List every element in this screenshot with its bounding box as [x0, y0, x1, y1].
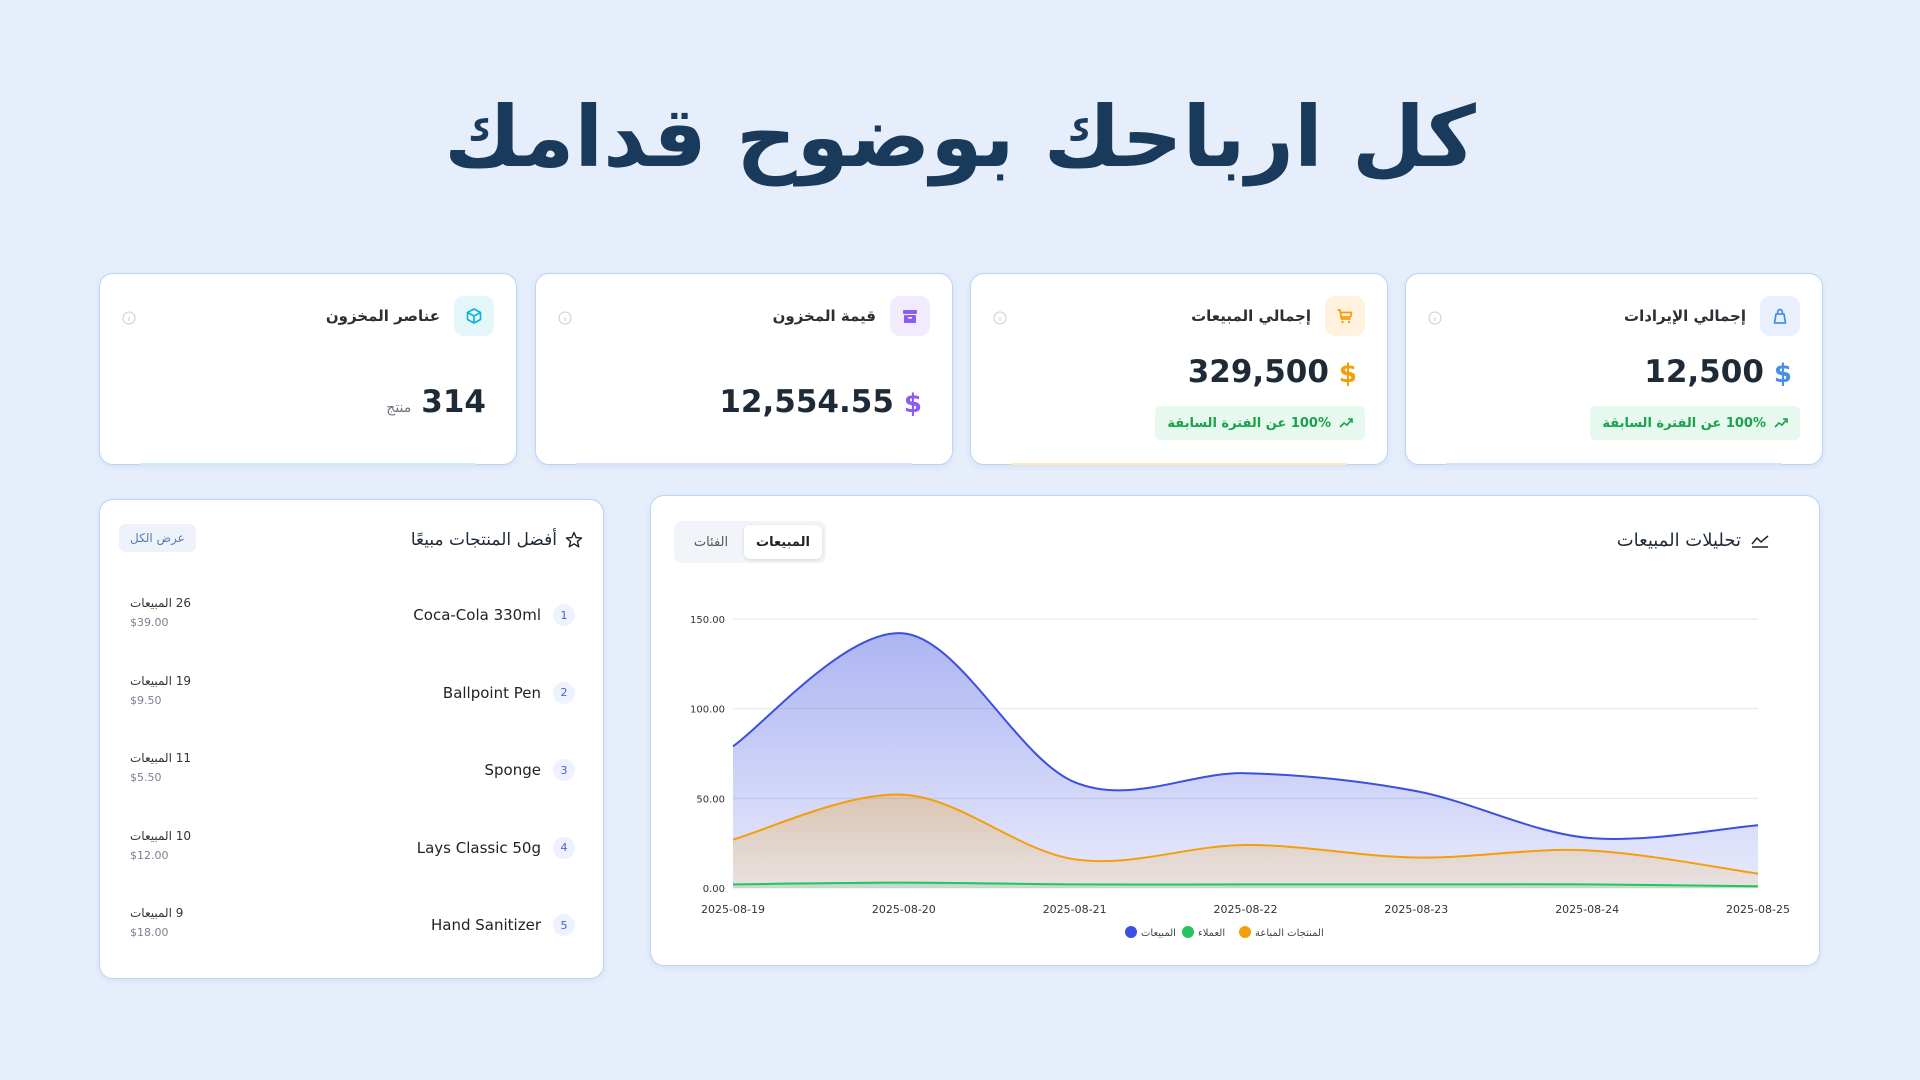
legend-swatch [1239, 926, 1251, 938]
x-tick-label: 2025-08-23 [1384, 903, 1448, 916]
product-price: $39.00 [130, 616, 169, 629]
rank-badge: 5 [553, 914, 575, 936]
headline: كل ارباحك بوضوح قدامك [444, 88, 1476, 186]
card-accent [140, 463, 476, 465]
trend-text: 100% عن الفترة السابقة [1602, 415, 1766, 431]
rank-badge: 3 [553, 759, 575, 781]
info-icon[interactable] [993, 311, 1007, 325]
x-tick-label: 2025-08-24 [1555, 903, 1619, 916]
cart-icon [1325, 296, 1365, 336]
product-price: $5.50 [130, 771, 162, 784]
stat-title: عناصر المخزون [325, 307, 440, 325]
stat-card-inventory-items: عناصر المخزون 314 منتج [99, 273, 517, 465]
y-tick-label: 150.00 [690, 615, 725, 626]
y-tick-label: 100.00 [690, 705, 725, 716]
star-icon [565, 531, 583, 548]
product-sales: 9 المبيعات [130, 906, 184, 920]
y-tick-label: 50.00 [696, 794, 725, 805]
info-icon[interactable] [1428, 311, 1442, 325]
info-icon[interactable] [558, 311, 572, 325]
card-accent [576, 463, 912, 465]
product-price: $18.00 [130, 926, 169, 939]
x-tick-label: 2025-08-22 [1214, 903, 1278, 916]
product-price: $9.50 [130, 693, 162, 707]
box-icon [454, 296, 494, 336]
product-sales: 10 المبيعات [130, 828, 192, 843]
x-tick-label: 2025-08-25 [1726, 903, 1790, 916]
rank-badge: 2 [553, 681, 575, 704]
legend-swatch [1125, 926, 1137, 938]
stat-title: إجمالي المبيعات [1191, 307, 1311, 325]
sales-analytics-card: تحليلات المبيعات الفئات المبيعات 0.00 50.… [650, 495, 1820, 966]
product-sales: 26 المبيعات [130, 596, 192, 610]
list-item[interactable]: 4 Lays Classic 50g 10 المبيعات $12.00 [100, 825, 605, 885]
stat-unit: منتج [386, 400, 412, 416]
legend-swatch [1182, 926, 1194, 938]
trend-text: 100% عن الفترة السابقة [1167, 415, 1331, 431]
stat-title: قيمة المخزون [772, 307, 876, 325]
product-name: Coca-Cola 330ml [413, 606, 541, 624]
trend-up-icon [1339, 418, 1353, 428]
legend-label: العملاء [1198, 928, 1225, 939]
product-name: Sponge [484, 761, 541, 779]
list-item[interactable]: 5 Hand Sanitizer 9 المبيعات $18.00 [100, 902, 605, 962]
trend-badge: 100% عن الفترة السابقة [1590, 406, 1800, 440]
list-item[interactable]: 3 Sponge 11 المبيعات $5.50 [100, 747, 605, 807]
stat-value: 314 [421, 384, 486, 420]
rank-badge: 4 [553, 836, 575, 859]
x-tick-label: 2025-08-21 [1043, 903, 1107, 916]
card-accent [1446, 463, 1782, 465]
top-products-header: أفضل المنتجات مبيعًا [411, 530, 583, 550]
legend-label: المبيعات [1141, 928, 1176, 939]
view-all-button[interactable]: عرض الكل [119, 524, 196, 552]
sales-area-chart: 0.00 50.00 100.00 150.00 2025-08-19 2025-08-2… [690, 615, 1790, 939]
stat-value: 12,554.55 [719, 384, 894, 420]
archive-icon [890, 296, 930, 336]
y-tick-label: 0.00 [703, 884, 725, 895]
trend-badge: 100% عن الفترة السابقة [1155, 406, 1365, 440]
card-accent [1011, 463, 1347, 465]
x-tick-label: 2025-08-19 [701, 903, 765, 916]
stat-value: 12,500 [1644, 354, 1764, 390]
product-name: Ballpoint Pen [442, 683, 541, 702]
trend-up-icon [1774, 418, 1788, 428]
stat-title: إجمالي الإيرادات [1624, 307, 1746, 325]
currency-symbol: $ [1773, 359, 1792, 389]
product-price: $12.00 [130, 848, 169, 862]
stat-card-sales: إجمالي المبيعات $ 329,500 100% عن الفترة… [970, 273, 1388, 465]
top-products-card: أفضل المنتجات مبيعًا عرض الكل 1 Coca-Cola… [99, 499, 604, 979]
product-sales: 11 المبيعات [130, 751, 192, 765]
currency-symbol: $ [1338, 359, 1357, 389]
product-name: Lays Classic 50g [416, 838, 541, 857]
currency-symbol: $ [903, 389, 922, 419]
bag-icon [1760, 296, 1800, 336]
info-icon[interactable] [122, 311, 136, 325]
product-name: Hand Sanitizer [431, 916, 541, 934]
stat-card-revenue: إجمالي الإيرادات $ 12,500 100% عن الفترة… [1405, 273, 1823, 465]
list-item[interactable]: 1 Coca-Cola 330ml 26 المبيعات $39.00 [100, 592, 605, 652]
legend-label: المنتجات المباعة [1255, 928, 1324, 939]
x-tick-label: 2025-08-20 [872, 903, 936, 916]
product-sales: 19 المبيعات [130, 673, 192, 688]
list-item[interactable]: 2 Ballpoint Pen 19 المبيعات $9.50 [100, 670, 605, 730]
top-products-title: أفضل المنتجات مبيعًا [410, 530, 557, 550]
stat-card-inventory-value: قيمة المخزون $ 12,554.55 [535, 273, 953, 465]
rank-badge: 1 [553, 604, 575, 626]
stat-value: 329,500 [1187, 354, 1329, 390]
